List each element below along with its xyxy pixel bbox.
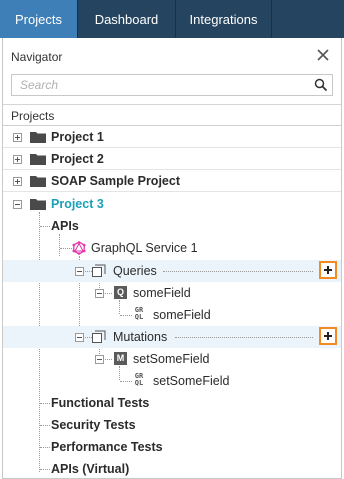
folder-icon [30, 132, 46, 143]
project-label: Project 1 [51, 130, 104, 144]
folder-icon [30, 199, 46, 210]
tree-item-mutations[interactable]: Mutations [3, 326, 341, 348]
tree-item-security-tests[interactable]: Security Tests [3, 414, 341, 436]
navigator-title: Navigator [11, 50, 63, 64]
search-input[interactable] [12, 75, 308, 95]
tree-item-apis[interactable]: APIs [3, 215, 341, 237]
security-tests-label: Security Tests [51, 418, 136, 432]
add-query-button[interactable] [319, 261, 337, 279]
tree-item-query-operation[interactable]: GR QL someField [3, 304, 341, 326]
query-icon: Q [114, 286, 127, 299]
row-guide-line [163, 271, 313, 272]
project-label: Project 3 [51, 197, 104, 211]
top-tab-bar: Projects Dashboard Integrations [0, 0, 344, 38]
apis-label: APIs [51, 219, 79, 233]
tree-connector [40, 447, 50, 448]
tree-item-query-field[interactable]: Q someField [3, 282, 341, 304]
mutations-label: Mutations [113, 330, 168, 344]
tree-item-mutation-field[interactable]: M setSomeField [3, 348, 341, 370]
query-field-label: someField [133, 286, 191, 300]
tree-connector [60, 248, 72, 249]
search-icon[interactable] [314, 78, 328, 92]
tree-item-apis-virtual[interactable]: APIs (Virtual) [3, 458, 341, 479]
tree-item-graphql-service[interactable]: GraphQL Service 1 [3, 237, 341, 259]
queries-label: Queries [113, 264, 157, 278]
folder-icon [30, 176, 46, 187]
tree-connector [40, 425, 50, 426]
expand-icon[interactable] [13, 155, 22, 164]
tree-heading: Projects [11, 109, 55, 123]
navigator-header: Navigator [3, 38, 341, 74]
tree-item-soap-sample-project[interactable]: SOAP Sample Project [3, 170, 341, 192]
expand-icon[interactable] [13, 177, 22, 186]
tree-connector [120, 315, 132, 316]
navigator-panel: Navigator Projects Project 1 Project 2 S… [2, 38, 342, 479]
collapse-icon[interactable] [95, 289, 104, 298]
close-icon[interactable] [315, 47, 331, 63]
mutation-field-label: setSomeField [133, 352, 210, 366]
folder-icon [30, 154, 46, 165]
search-box [11, 74, 333, 96]
collapse-icon[interactable] [13, 200, 22, 209]
tree-connector [40, 226, 50, 227]
tree-item-queries[interactable]: Queries [3, 260, 341, 282]
graphql-icon-bottom: QL [134, 379, 144, 387]
collapse-icon[interactable] [75, 333, 84, 342]
graphql-operation-icon: GR QL [132, 307, 146, 323]
query-operation-label: someField [153, 308, 211, 322]
tab-dashboard[interactable]: Dashboard [78, 0, 176, 38]
tree-item-project-3[interactable]: Project 3 [3, 193, 341, 215]
add-mutation-button[interactable] [319, 327, 337, 345]
expand-icon[interactable] [13, 133, 22, 142]
project-label: SOAP Sample Project [51, 174, 180, 188]
mutation-operation-label: setSomeField [153, 374, 230, 388]
tab-integrations[interactable]: Integrations [176, 0, 272, 38]
tree-connector [120, 381, 132, 382]
tree-item-project-1[interactable]: Project 1 [3, 126, 341, 148]
functional-tests-label: Functional Tests [51, 396, 150, 410]
tree-connector [40, 403, 50, 404]
graphql-service-label: GraphQL Service 1 [91, 241, 198, 255]
apis-virtual-label: APIs (Virtual) [51, 462, 130, 476]
tree-connector [40, 469, 50, 470]
folder-outline-icon [92, 330, 106, 343]
graphql-operation-icon: GR QL [132, 373, 146, 389]
project-label: Project 2 [51, 152, 104, 166]
tree-item-mutation-operation[interactable]: GR QL setSomeField [3, 370, 341, 392]
collapse-icon[interactable] [75, 267, 84, 276]
mutation-icon: M [114, 352, 127, 365]
tree-item-functional-tests[interactable]: Functional Tests [3, 392, 341, 414]
tree-item-performance-tests[interactable]: Performance Tests [3, 436, 341, 458]
collapse-icon[interactable] [95, 355, 104, 364]
graphql-icon-bottom: QL [134, 313, 144, 321]
header-divider [3, 104, 341, 105]
performance-tests-label: Performance Tests [51, 440, 163, 454]
tab-projects[interactable]: Projects [0, 0, 78, 38]
row-guide-line [175, 337, 313, 338]
tree-item-project-2[interactable]: Project 2 [3, 148, 341, 170]
graphql-icon [72, 241, 86, 255]
folder-outline-icon [92, 264, 106, 277]
